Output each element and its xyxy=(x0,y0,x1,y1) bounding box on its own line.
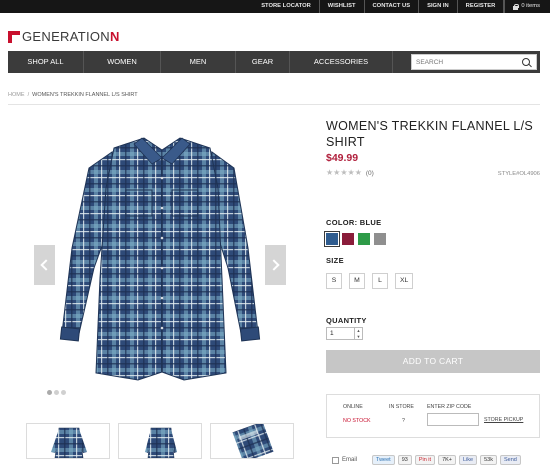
nav-men[interactable]: MEN xyxy=(161,51,236,73)
chevron-left-icon xyxy=(40,259,52,271)
like-count: 53k xyxy=(480,455,497,465)
in-store-header: IN STORE xyxy=(389,404,414,410)
pin-it-button[interactable]: Pin it xyxy=(414,455,436,465)
tweet-label: Tweet xyxy=(376,457,391,463)
contact-us-link[interactable]: CONTACT US xyxy=(365,0,420,13)
swatch-gray[interactable] xyxy=(374,233,386,245)
pin-count: 7K+ xyxy=(438,455,457,465)
product-image xyxy=(59,137,261,381)
breadcrumb-home[interactable]: HOME xyxy=(8,92,25,98)
color-swatches xyxy=(324,231,386,247)
nav-shop-all[interactable]: SHOP ALL xyxy=(8,51,84,73)
sign-in-link[interactable]: SIGN IN xyxy=(419,0,458,13)
search-input[interactable] xyxy=(412,55,520,69)
size-options: S M L XL xyxy=(326,273,414,289)
cart-link[interactable]: 0 items xyxy=(504,0,550,13)
product-price: $49.99 xyxy=(326,152,359,164)
online-status: NO STOCK xyxy=(343,418,371,424)
nav-women[interactable]: WOMEN xyxy=(84,51,161,73)
cart-count: 0 items xyxy=(521,3,540,9)
register-link[interactable]: REGISTER xyxy=(458,0,505,13)
like-button[interactable]: Like xyxy=(459,455,478,465)
size-m[interactable]: M xyxy=(349,273,365,289)
pagination-dot[interactable] xyxy=(61,390,66,395)
thumbnail-front[interactable] xyxy=(26,423,110,459)
breadcrumb-separator: / xyxy=(27,92,30,98)
store-pickup-link[interactable]: STORE PICKUP xyxy=(484,417,523,423)
quantity-label: QUANTITY xyxy=(326,316,367,325)
nav-accessories[interactable]: ACCESSORIES xyxy=(290,51,393,73)
breadcrumb: HOME / WOMEN'S TREKKIN FLANNEL L/S SHIRT xyxy=(8,92,138,98)
online-header: ONLINE xyxy=(343,404,363,410)
site-logo[interactable]: GENERATION N xyxy=(8,29,120,44)
review-count: (0) xyxy=(365,169,374,177)
search-icon[interactable] xyxy=(522,58,530,66)
tweet-button[interactable]: Tweet xyxy=(372,455,395,465)
star-rating-icon: ★★★★★ xyxy=(326,168,362,177)
logo-text: GENERATION xyxy=(22,29,110,44)
main-nav: SHOP ALL WOMEN MEN GEAR ACCESSORIES xyxy=(8,51,540,73)
email-checkbox[interactable] xyxy=(332,456,339,464)
add-to-cart-button[interactable]: ADD TO CART xyxy=(326,350,540,373)
chevron-right-icon xyxy=(268,259,280,271)
size-label: SIZE xyxy=(326,256,344,265)
email-label: Email xyxy=(342,457,358,463)
style-number: STYLE#OL4906 xyxy=(497,171,540,177)
size-l[interactable]: L xyxy=(372,273,388,289)
pagination-dot[interactable] xyxy=(54,390,59,395)
rating[interactable]: ★★★★★ (0) xyxy=(326,169,374,177)
tweet-count: 93 xyxy=(397,455,412,465)
quantity-input[interactable] xyxy=(327,328,354,339)
send-button[interactable]: Send xyxy=(499,455,521,465)
swatch-blue[interactable] xyxy=(324,231,340,247)
utility-links: STORE LOCATOR WISHLIST CONTACT US SIGN I… xyxy=(253,0,550,13)
swatch-maroon[interactable] xyxy=(342,233,354,245)
quantity-stepper: ▲ ▼ xyxy=(326,327,363,340)
divider xyxy=(8,104,540,105)
zip-code-input[interactable] xyxy=(427,413,479,426)
store-availability: ONLINE IN STORE ENTER ZIP CODE NO STOCK … xyxy=(326,394,540,438)
size-xl[interactable]: XL xyxy=(395,273,414,289)
zip-label: ENTER ZIP CODE xyxy=(427,404,472,410)
logo-mark-icon xyxy=(8,30,20,43)
social-bar: Email Tweet 93 Pin it 7K+ Like 53k Send xyxy=(332,455,521,465)
top-bar: STORE LOCATOR WISHLIST CONTACT US SIGN I… xyxy=(0,0,550,13)
pagination-dot[interactable] xyxy=(47,390,52,395)
lock-icon xyxy=(513,3,520,10)
store-status: ? xyxy=(402,418,405,424)
breadcrumb-current: WOMEN'S TREKKIN FLANNEL L/S SHIRT xyxy=(32,92,138,98)
next-image-button[interactable] xyxy=(265,245,286,285)
thumbnail-detail[interactable] xyxy=(210,423,294,459)
prev-image-button[interactable] xyxy=(34,245,55,285)
store-locator-link[interactable]: STORE LOCATOR xyxy=(253,0,320,13)
color-label: COLOR: BLUE xyxy=(326,218,382,227)
image-pagination xyxy=(47,390,66,395)
logo-text-accent: N xyxy=(110,29,120,44)
product-title: WOMEN'S TREKKIN FLANNEL L/S SHIRT xyxy=(326,119,534,149)
search-box xyxy=(411,54,537,70)
swatch-green[interactable] xyxy=(358,233,370,245)
wishlist-link[interactable]: WISHLIST xyxy=(320,0,365,13)
size-s[interactable]: S xyxy=(326,273,342,289)
nav-gear[interactable]: GEAR xyxy=(236,51,290,73)
thumbnail-back[interactable] xyxy=(118,423,202,459)
quantity-down-icon[interactable]: ▼ xyxy=(355,334,362,340)
